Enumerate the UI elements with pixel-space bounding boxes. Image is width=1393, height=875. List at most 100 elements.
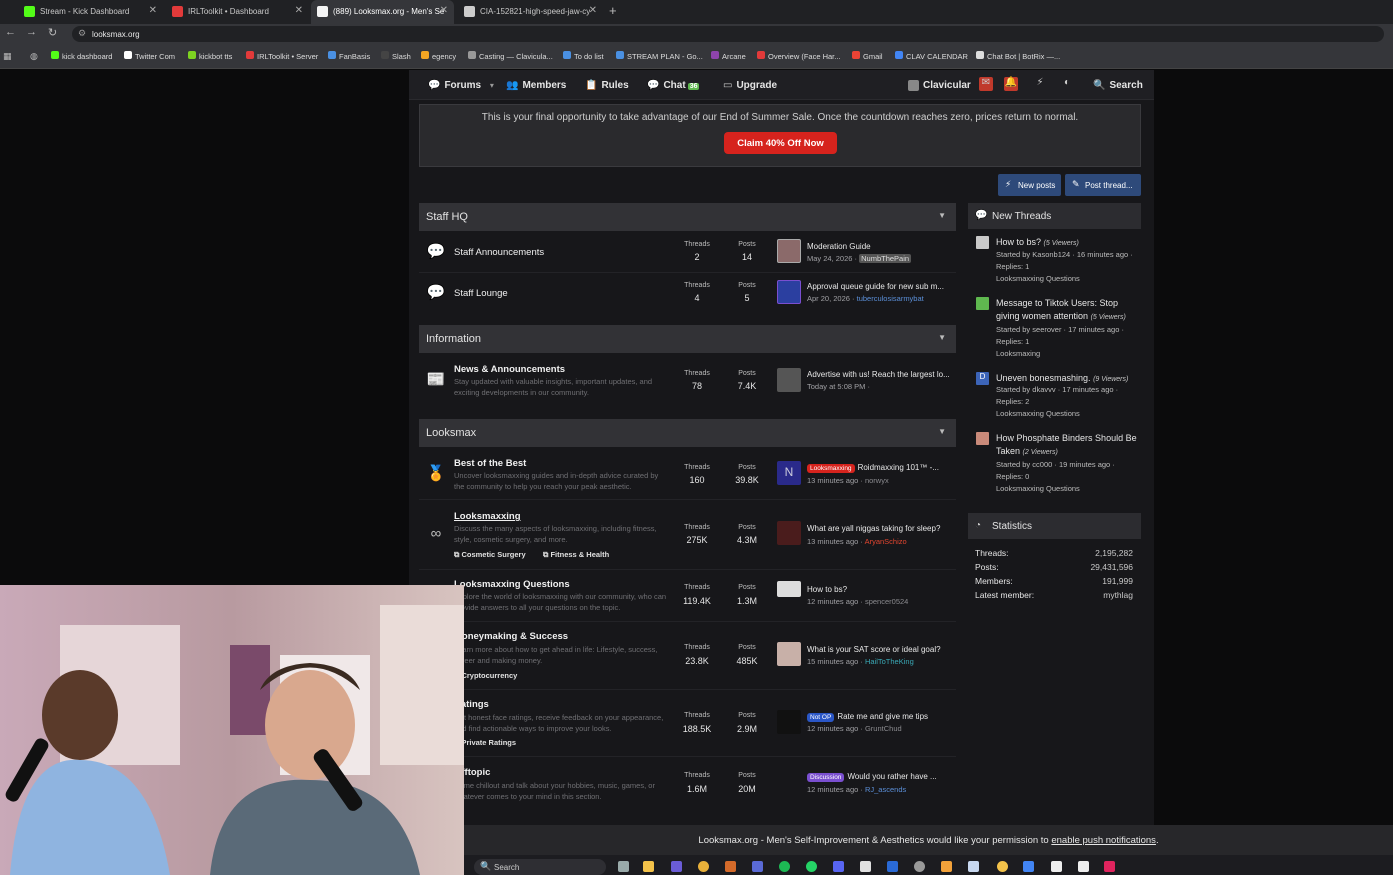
avatar[interactable] xyxy=(976,236,989,249)
nav-rules[interactable]: 📋 Rules xyxy=(585,80,629,91)
nav-members[interactable]: 👥 Members xyxy=(506,80,566,91)
app-icon[interactable] xyxy=(860,861,871,872)
lightning-icon[interactable]: ⚡ xyxy=(1033,77,1047,91)
last-post-title[interactable]: What is your SAT score or ideal goal? xyxy=(807,645,952,654)
avatar[interactable] xyxy=(777,239,801,263)
bookmark-gmail[interactable]: Gmail xyxy=(852,51,883,61)
last-post-title[interactable]: How to bs? xyxy=(807,585,952,594)
inbox-icon[interactable]: ✉ xyxy=(979,77,993,91)
bookmark-kickbot[interactable]: kickbot tts xyxy=(188,51,232,61)
last-post-user[interactable]: AryanSchizo xyxy=(865,537,907,546)
last-post-user[interactable]: HailToTheKing xyxy=(865,657,914,666)
tab-irltoolkit[interactable]: IRLToolkit • Dashboard ✕ xyxy=(166,0,309,24)
latest-member-link[interactable]: mythlag xyxy=(1103,590,1133,600)
bookmark-egency[interactable]: egency xyxy=(421,51,456,61)
subforum-cosmetic-surgery[interactable]: ⧉ Cosmetic Surgery xyxy=(454,550,526,560)
last-post-title[interactable]: Would you rather have ... xyxy=(847,772,936,781)
avatar[interactable] xyxy=(777,581,801,597)
collapse-icon[interactable]: ▼ xyxy=(938,427,946,436)
forward-icon[interactable]: → xyxy=(26,26,37,38)
chrome-icon[interactable] xyxy=(698,861,709,872)
bookmark-overview[interactable]: Overview (Face Har... xyxy=(757,51,841,61)
thread-title[interactable]: How Phosphate Binders Should Be Taken xyxy=(996,433,1137,456)
last-post-user[interactable]: GruntChud xyxy=(865,724,902,733)
obs-icon[interactable] xyxy=(914,861,925,872)
apps-icon[interactable] xyxy=(671,861,682,872)
new-tab-icon[interactable]: + xyxy=(609,3,617,18)
apps-grid-icon[interactable]: ▦ xyxy=(3,51,12,62)
nav-search[interactable]: 🔍 Search xyxy=(1093,80,1143,91)
node-title[interactable]: Moneymaking & Success xyxy=(454,631,568,642)
node-title[interactable]: News & Announcements xyxy=(454,364,565,375)
avatar[interactable] xyxy=(777,521,801,545)
last-post-user[interactable]: RJ_ascends xyxy=(865,785,906,794)
spotify-icon[interactable] xyxy=(779,861,790,872)
app-icon[interactable] xyxy=(968,861,979,872)
reload-icon[interactable]: ↻ xyxy=(48,26,57,39)
taskbar-search-input[interactable]: 🔍 Search xyxy=(474,859,606,875)
bookmark-stream-plan[interactable]: STREAM PLAN - Go... xyxy=(616,51,703,61)
last-post-user[interactable]: NumbThePain xyxy=(859,254,912,263)
alerts-icon[interactable]: 🔔 xyxy=(1004,77,1018,91)
avatar[interactable] xyxy=(777,642,801,666)
document-icon[interactable] xyxy=(1051,861,1062,872)
thread-title[interactable]: How to bs? xyxy=(996,237,1041,247)
chevron-down-icon[interactable]: ▾ xyxy=(490,81,494,90)
node-title[interactable]: Looksmaxxing Questions xyxy=(454,579,570,590)
last-post-user[interactable]: norwyx xyxy=(865,476,889,485)
bookmark-botrix[interactable]: Chat Bot | BotRix —... xyxy=(976,51,1060,61)
category-information[interactable]: Information ▼ xyxy=(419,325,956,353)
node-title[interactable]: Looksmaxxing xyxy=(454,511,521,522)
bookmark-slash[interactable]: Slash xyxy=(381,51,411,61)
app-icon[interactable] xyxy=(752,861,763,872)
theme-toggle-icon[interactable]: ◐ xyxy=(1060,77,1074,91)
avatar[interactable]: N xyxy=(777,461,801,485)
node-title[interactable]: Staff Announcements xyxy=(454,247,544,258)
bookmark-arcane[interactable]: Arcane xyxy=(711,51,746,61)
avatar[interactable] xyxy=(976,297,989,310)
node-title[interactable]: Best of the Best xyxy=(454,458,526,469)
thread-title[interactable]: Uneven bonesmashing. xyxy=(996,373,1091,383)
avatar[interactable] xyxy=(777,710,801,734)
thread-forum[interactable]: Looksmaxing xyxy=(996,348,1141,360)
new-thread-item[interactable]: Message to Tiktok Users: Stop giving wom… xyxy=(996,297,1141,324)
collapse-icon[interactable]: ▼ xyxy=(938,333,946,342)
last-post-title[interactable]: Moderation Guide xyxy=(807,242,952,251)
thread-forum[interactable]: Looksmaxxing Questions xyxy=(996,483,1141,495)
nav-forums[interactable]: 💬 Forums ▾ xyxy=(428,80,494,91)
enable-push-notifications-link[interactable]: enable push notifications xyxy=(1051,835,1156,846)
avatar[interactable]: D xyxy=(976,372,989,385)
last-post-title[interactable]: Advertise with us! Reach the largest lo.… xyxy=(807,370,952,379)
bookmark-twitter[interactable]: Twitter Com xyxy=(124,51,175,61)
bookmark-todo[interactable]: To do list xyxy=(563,51,604,61)
last-post-title[interactable]: Roidmaxxing 101™ -... xyxy=(858,463,939,472)
last-post-title[interactable]: Approval queue guide for new sub m... xyxy=(807,282,952,291)
file-explorer-icon[interactable] xyxy=(643,861,654,872)
bookmark-calendar[interactable]: CLAV CALENDAR xyxy=(895,51,968,61)
document-icon[interactable] xyxy=(1078,861,1089,872)
bookmark-casting[interactable]: Casting — Clavicula... xyxy=(468,51,553,61)
tab-looksmax[interactable]: (889) Looksmax.org - Men's Se ✕ xyxy=(311,0,454,24)
back-icon[interactable]: ← xyxy=(5,26,16,38)
bookmark-kick-dashboard[interactable]: kick dashboard xyxy=(51,51,112,61)
last-post-title[interactable]: Rate me and give me tips xyxy=(837,712,928,721)
url-input[interactable]: ⚙ looksmax.org xyxy=(72,26,1384,42)
whatsapp-icon[interactable] xyxy=(806,861,817,872)
post-thread-button[interactable]: ✎ Post thread... xyxy=(1065,174,1141,196)
collapse-icon[interactable]: ▼ xyxy=(938,211,946,220)
close-tab-icon[interactable]: ✕ xyxy=(589,5,597,16)
tab-kick-dashboard[interactable]: Stream - Kick Dashboard ✕ xyxy=(18,0,163,24)
avatar[interactable] xyxy=(976,432,989,445)
category-looksmax[interactable]: Looksmax ▼ xyxy=(419,419,956,447)
last-post-user[interactable]: tuberculosisarmybat xyxy=(857,294,924,303)
app-icon[interactable] xyxy=(997,861,1008,872)
close-tab-icon[interactable]: ✕ xyxy=(149,5,157,16)
claim-sale-button[interactable]: Claim 40% Off Now xyxy=(724,132,837,154)
globe-icon[interactable]: ◍ xyxy=(30,51,38,62)
close-tab-icon[interactable]: ✕ xyxy=(295,5,303,16)
google-icon[interactable] xyxy=(1023,861,1034,872)
tab-cia[interactable]: CIA-152821-high-speed-jaw-cy ✕ xyxy=(458,0,603,24)
avatar[interactable] xyxy=(777,368,801,392)
nav-upgrade[interactable]: ▭ Upgrade xyxy=(723,80,777,91)
avatar[interactable] xyxy=(777,280,801,304)
